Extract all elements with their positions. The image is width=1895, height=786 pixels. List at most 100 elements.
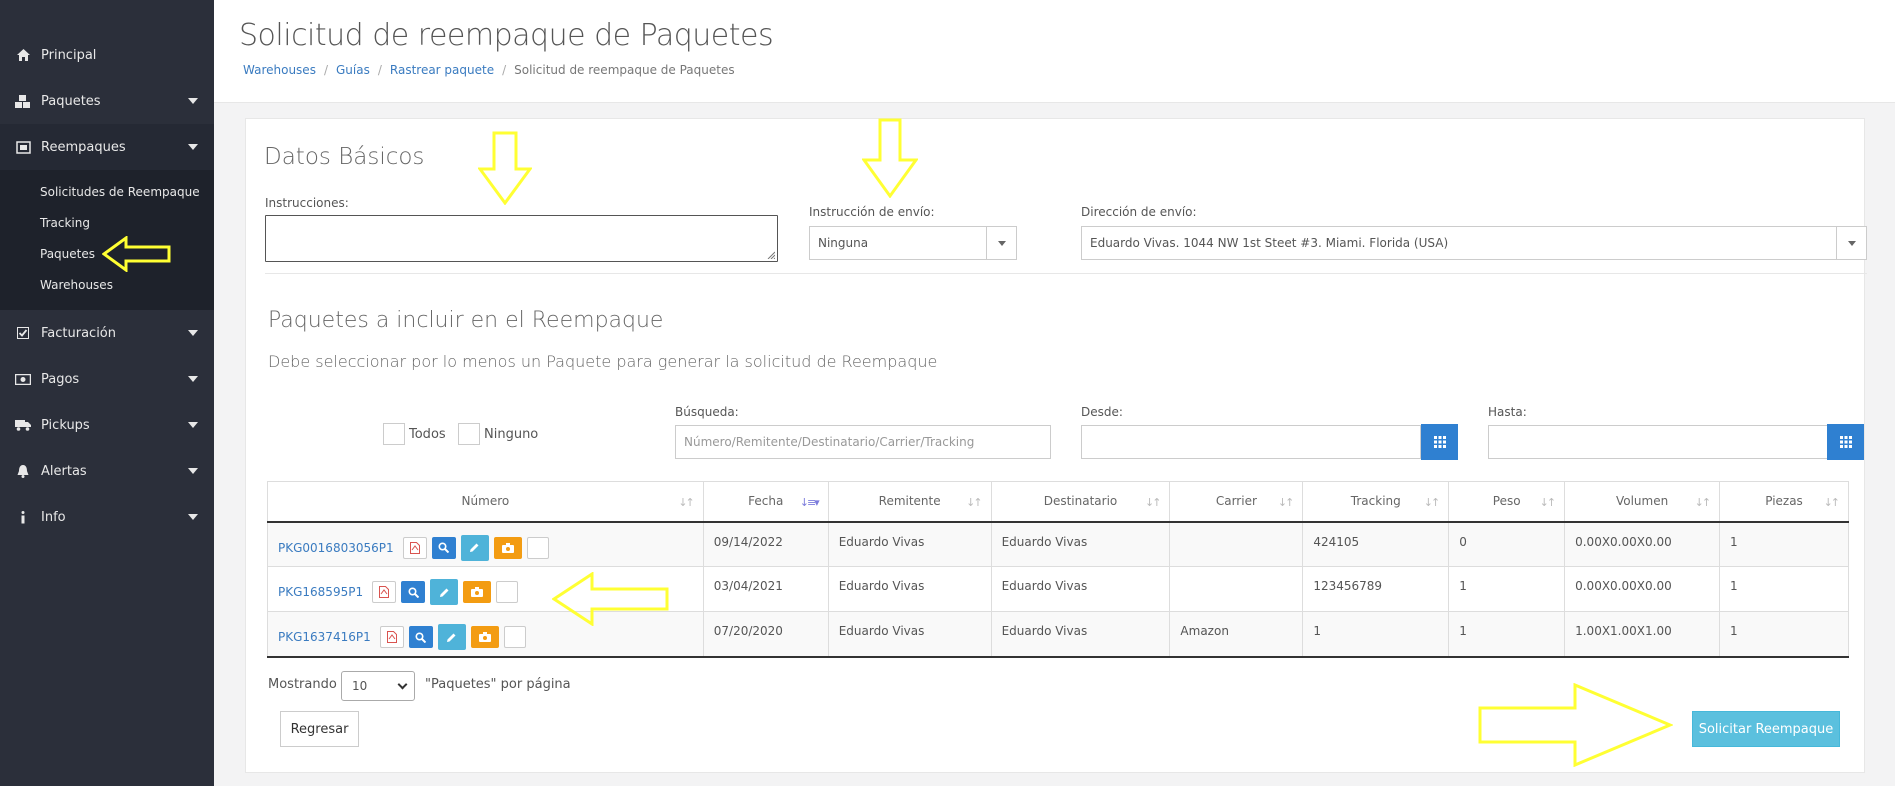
sidebar-item-principal[interactable]: Principal [0, 32, 214, 78]
resize-handle-icon [767, 251, 775, 259]
select-all-checkbox[interactable] [383, 423, 405, 445]
camera-icon [471, 587, 484, 597]
pencil-icon [447, 633, 456, 642]
breadcrumb-rastrear-paquete[interactable]: Rastrear paquete [390, 63, 494, 77]
info-icon [14, 510, 32, 524]
row-select-checkbox[interactable] [496, 581, 519, 603]
sidebar-item-paquetes[interactable]: Paquetes [0, 78, 214, 124]
breadcrumb-separator: / [502, 63, 507, 77]
column-header-tracking[interactable]: Tracking ↓↑ [1302, 481, 1450, 523]
edit-button[interactable] [430, 579, 459, 605]
breadcrumb-guias[interactable]: Guías [336, 63, 370, 77]
cell-volumen: 1.00X1.00X1.00 [1564, 611, 1721, 658]
page-header: Solicitud de reempaque de Paquetes Wareh… [214, 0, 1895, 103]
sidebar-item-alertas[interactable]: Alertas [0, 448, 214, 494]
search-icon [415, 631, 427, 643]
sort-icon: ↓↑ [678, 496, 695, 509]
pdf-icon [386, 631, 397, 643]
select-none-label: Ninguno [484, 426, 539, 442]
cell-remitente: Eduardo Vivas [827, 566, 992, 612]
sidebar-item-label: Info [41, 509, 66, 525]
camera-icon [478, 632, 491, 642]
cell-destinatario: Eduardo Vivas [990, 566, 1171, 612]
column-header-piezas[interactable]: Piezas ↓↑ [1719, 481, 1849, 523]
shipping-address-select[interactable]: Eduardo Vivas. 1044 NW 1st Steet #3. Mia… [1081, 226, 1867, 260]
caret-down-icon [188, 468, 198, 474]
to-date-input[interactable] [1488, 425, 1828, 459]
package-number-link[interactable]: PKG1637416P1 [278, 630, 371, 644]
select-all-toggle[interactable]: Todos [383, 423, 446, 445]
sidebar-item-pagos[interactable]: Pagos [0, 356, 214, 402]
column-header-label: Destinatario [1043, 494, 1118, 509]
cell-fecha: 03/04/2021 [702, 566, 829, 612]
pdf-button[interactable] [372, 581, 397, 603]
sidebar-item-reempaques[interactable]: Reempaques [0, 124, 214, 170]
photo-button[interactable] [463, 581, 492, 603]
sidebar-subitem-tracking[interactable]: Tracking [0, 207, 214, 238]
back-button[interactable]: Regresar [280, 711, 359, 747]
package-number-link[interactable]: PKG0016803056P1 [278, 541, 394, 555]
shipping-address-value: Eduardo Vivas. 1044 NW 1st Steet #3. Mia… [1090, 236, 1449, 250]
view-button[interactable] [431, 536, 456, 559]
submit-repack-button[interactable]: Solicitar Reempaque [1692, 711, 1840, 747]
column-header-remitente[interactable]: Remitente ↓↑ [827, 481, 992, 523]
column-header-label: Volumen [1615, 494, 1669, 509]
search-input[interactable]: Número/Remitente/Destinatario/Carrier/Tr… [675, 425, 1051, 459]
camera-icon [501, 542, 514, 553]
check-square-icon [14, 327, 32, 339]
calendar-icon [1839, 436, 1852, 448]
pdf-button[interactable] [402, 536, 427, 559]
sidebar-subitem-warehouses[interactable]: Warehouses [0, 269, 214, 300]
breadcrumb-warehouses[interactable]: Warehouses [243, 63, 316, 77]
cell-carrier [1169, 521, 1304, 567]
cell-remitente: Eduardo Vivas [827, 521, 992, 567]
to-date-calendar-button[interactable] [1827, 424, 1864, 460]
photo-button[interactable] [470, 626, 499, 648]
column-header-volumen[interactable]: Volumen ↓↑ [1564, 481, 1721, 523]
page-title: Solicitud de reempaque de Paquetes [239, 18, 774, 53]
from-date-calendar-button[interactable] [1421, 424, 1458, 460]
cell-tracking: 1 [1302, 611, 1450, 658]
edit-button[interactable] [437, 624, 466, 650]
caret-down-icon [986, 227, 1016, 259]
pdf-button[interactable] [379, 626, 404, 648]
view-button[interactable] [408, 626, 433, 648]
edit-button[interactable] [460, 534, 489, 561]
caret-down-icon [188, 144, 198, 150]
cell-carrier: Amazon [1169, 611, 1304, 658]
sidebar-item-facturacion[interactable]: Facturación [0, 310, 214, 356]
photo-button[interactable] [493, 536, 522, 559]
numero-actions: PKG0016803056P1 [278, 534, 693, 561]
instructions-textarea[interactable] [265, 215, 778, 262]
column-header-carrier[interactable]: Carrier ↓↑ [1169, 481, 1304, 523]
package-number-link[interactable]: PKG168595P1 [278, 585, 363, 599]
from-date-input[interactable] [1081, 425, 1421, 459]
money-icon [14, 373, 32, 385]
sidebar-item-label: Principal [41, 47, 97, 63]
sidebar-item-label: Paquetes [41, 93, 101, 109]
column-header-numero[interactable]: Número ↓↑ [267, 481, 704, 523]
column-header-destinatario[interactable]: Destinatario ↓↑ [990, 481, 1171, 523]
per-page-select[interactable]: 10 [341, 671, 415, 701]
column-header-peso[interactable]: Peso ↓↑ [1448, 481, 1566, 523]
sidebar-item-info[interactable]: Info [0, 494, 214, 540]
packages-table: Número ↓↑ Fecha ↓≡▾ Remitente ↓↑ Destinatar… [267, 481, 1849, 658]
annotation-arrow-down-icon [478, 131, 532, 205]
shipping-instruction-select[interactable]: Ninguna [809, 226, 1017, 260]
row-select-checkbox[interactable] [503, 626, 526, 648]
view-button[interactable] [401, 581, 426, 603]
caret-down-icon [188, 376, 198, 382]
row-select-checkbox[interactable] [526, 536, 549, 559]
search-icon [438, 542, 450, 553]
sidebar-item-label: Alertas [41, 463, 87, 479]
select-none-checkbox[interactable] [458, 423, 480, 445]
chevron-down-icon [397, 679, 408, 690]
cell-piezas: 1 [1719, 611, 1849, 658]
column-header-fecha[interactable]: Fecha ↓≡▾ [702, 481, 829, 523]
caret-down-icon [188, 98, 198, 104]
sidebar-item-pickups[interactable]: Pickups [0, 402, 214, 448]
cell-tracking: 123456789 [1302, 566, 1450, 612]
sidebar-subitem-solicitudes[interactable]: Solicitudes de Reempaque [0, 176, 214, 207]
select-none-toggle[interactable]: Ninguno [458, 423, 538, 445]
shipping-address-label: Dirección de envío: [1081, 205, 1197, 219]
